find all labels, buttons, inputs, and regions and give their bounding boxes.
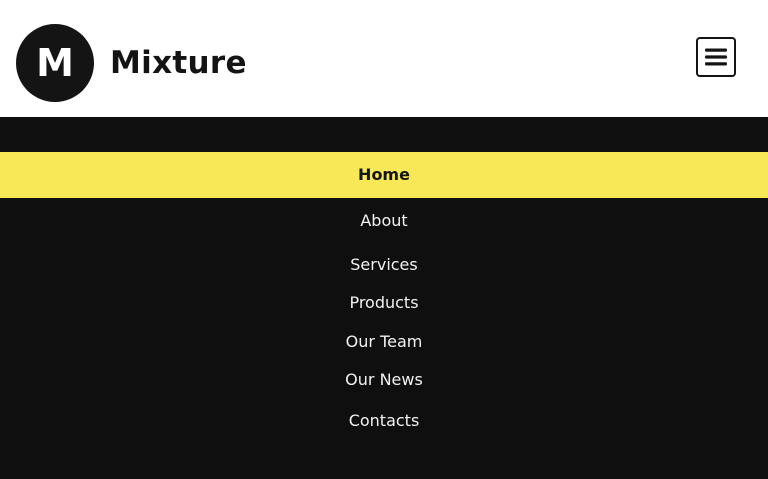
nav-item-home[interactable]: Home: [0, 152, 768, 198]
nav-item-contacts[interactable]: Contacts: [0, 409, 768, 433]
logo-mark[interactable]: M: [16, 24, 94, 102]
menu-toggle-button[interactable]: [696, 37, 736, 77]
nav-item-products[interactable]: Products: [0, 291, 768, 315]
site-header: M Mixture: [0, 0, 768, 117]
nav-item-about[interactable]: About: [0, 209, 768, 233]
hamburger-icon: [705, 48, 727, 66]
brand-name[interactable]: Mixture: [110, 41, 247, 85]
nav-item-our-news[interactable]: Our News: [0, 368, 768, 392]
nav-menu: Home About Services Products Our Team Ou…: [0, 117, 768, 479]
nav-item-services[interactable]: Services: [0, 253, 768, 277]
nav-item-our-team[interactable]: Our Team: [0, 330, 768, 354]
